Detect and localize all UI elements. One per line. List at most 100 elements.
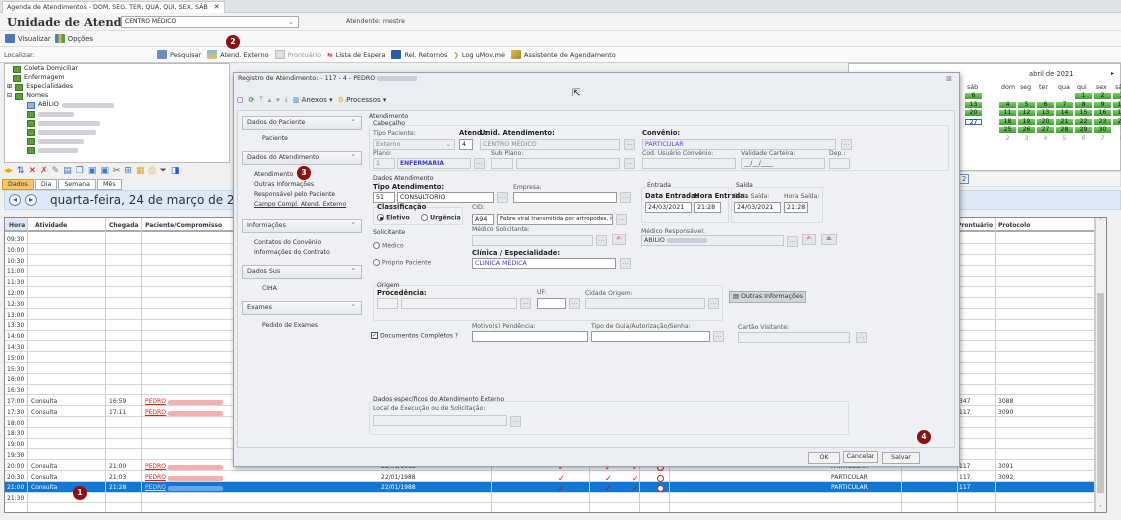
validade-input[interactable]: __/__/____: [741, 158, 825, 169]
radio-medico[interactable]: Médico: [373, 242, 404, 250]
expand-icon[interactable]: ⊞: [7, 83, 12, 91]
col-hora[interactable]: Hora: [9, 222, 25, 229]
scroll-down-icon[interactable]: ˅: [1095, 505, 1106, 512]
table-row[interactable]: 20:30 Consulta 21:03 PEDRO 22/01/1988 ✓ ✓ ✓ PART…: [5, 472, 1106, 483]
cidade-lookup-button[interactable]: …: [708, 298, 719, 309]
procedencia-input[interactable]: [401, 298, 517, 309]
processos-button[interactable]: ⚙ Processos ▾: [338, 96, 387, 104]
radio-eletivo[interactable]: Eletivo: [377, 214, 410, 222]
cartao-lookup-button[interactable]: …: [856, 332, 867, 343]
calendar-day[interactable]: 7: [1056, 101, 1073, 108]
tipo-paciente-select[interactable]: Externo ⌄: [373, 139, 455, 150]
group-dados-atendimento[interactable]: Dados do Atendimento ˄: [242, 151, 362, 165]
medico-sol-lookup-button[interactable]: …: [596, 235, 607, 246]
print-icon[interactable]: ⎙: [148, 166, 155, 176]
unid-input[interactable]: CENTRO MÉDICO: [480, 139, 620, 150]
cid-desc-input[interactable]: Febre viral transmitida por artrópodes, …: [497, 214, 613, 225]
cell-paciente[interactable]: PEDRO: [145, 463, 223, 470]
cell-paciente[interactable]: PEDRO: [145, 474, 223, 481]
clinica-lookup-button[interactable]: …: [620, 258, 631, 269]
scroll-up-icon[interactable]: ˄: [1095, 218, 1106, 225]
link-outras-informacoes[interactable]: Outras Informações: [254, 181, 314, 188]
calendar-day[interactable]: 4: [1037, 136, 1054, 142]
unit-select[interactable]: CENTRO MÉDICO ⌄: [121, 16, 299, 28]
calendar-day[interactable]: 6: [1075, 136, 1092, 142]
radio-proprio-control[interactable]: [373, 259, 380, 266]
calendar-day[interactable]: 5: [1056, 136, 1073, 142]
link-responsavel[interactable]: Responsável pelo Paciente: [254, 191, 335, 198]
col-protocolo[interactable]: Protocolo: [998, 222, 1030, 229]
log-umov-button[interactable]: ❯ Log uMov.me: [453, 51, 505, 59]
calendar-day[interactable]: 27: [1037, 127, 1054, 134]
calendar-day[interactable]: 27: [965, 118, 982, 125]
calendar-day[interactable]: 30: [1094, 127, 1111, 134]
new-doc-icon[interactable]: ▢: [237, 96, 244, 104]
cut-icon[interactable]: ✂: [113, 166, 121, 176]
local-lookup-button[interactable]: …: [510, 416, 521, 427]
move-icon[interactable]: ⊞: [124, 166, 132, 176]
checkbox-checked-icon[interactable]: ✓: [371, 332, 378, 339]
plano-input[interactable]: ENFERMARIA: [397, 158, 471, 169]
anexos-button[interactable]: ▥ Anexos ▾: [293, 96, 333, 104]
link-paciente[interactable]: Paciente: [262, 135, 288, 142]
pesquisar-button[interactable]: Pesquisar: [157, 50, 201, 59]
tree-item-enfermagem[interactable]: Enfermagem: [13, 74, 65, 82]
subplano-code-input[interactable]: [491, 158, 513, 169]
data-saida-input[interactable]: 24/03/2021: [734, 202, 781, 213]
opcoes-button[interactable]: Opções: [54, 34, 93, 43]
calendar-day[interactable]: 5: [1018, 101, 1035, 108]
docs-completos-checkbox[interactable]: ✓ Documentos Completos ?: [371, 332, 458, 340]
hora-entrada-input[interactable]: 21:28: [694, 202, 721, 213]
calendar-day[interactable]: 15: [1075, 110, 1092, 117]
up-icon[interactable]: ▴: [268, 96, 272, 104]
prev-day-button[interactable]: ◂: [9, 194, 21, 206]
sign-icon[interactable]: ✍: [802, 234, 816, 245]
medico-sol-input[interactable]: [472, 235, 593, 246]
radio-eletivo-control[interactable]: [377, 214, 384, 221]
swap-icon[interactable]: ⇅: [17, 166, 25, 176]
clinica-input[interactable]: CLINICA MÉDICA: [472, 258, 616, 269]
hora-saida-input[interactable]: 21:28: [784, 202, 808, 213]
first-icon[interactable]: ⤒: [260, 95, 263, 104]
atend-input[interactable]: 4: [459, 139, 473, 150]
medico-resp-lookup-button[interactable]: …: [787, 236, 798, 247]
group-dados-paciente[interactable]: Dados do Paciente ˄: [242, 116, 362, 130]
link-informacoes-contrato[interactable]: Informações do Contrato: [254, 249, 330, 256]
today-icon[interactable]: 2: [959, 174, 970, 184]
prontuario-button[interactable]: Prontuário: [274, 50, 321, 59]
local-input[interactable]: [373, 415, 507, 426]
cancelar-button[interactable]: Cancelar: [843, 451, 878, 463]
calendar-day[interactable]: 3: [1113, 93, 1121, 99]
calendar-day[interactable]: 10: [1113, 101, 1121, 108]
tree-item-person[interactable]: [27, 119, 100, 127]
delete-icon[interactable]: ✕: [29, 166, 37, 176]
calendar-day[interactable]: 19: [1018, 118, 1035, 125]
tree-item-person[interactable]: [27, 128, 96, 136]
tree-item-person[interactable]: [27, 110, 74, 118]
convenio-input[interactable]: PARTICULAR: [642, 139, 836, 150]
edit-icon[interactable]: ▤: [63, 166, 72, 176]
group-exames[interactable]: Exames ˄: [242, 301, 362, 315]
tipo-guia-lookup-button[interactable]: …: [713, 331, 724, 342]
clear-icon[interactable]: ✗: [40, 166, 48, 176]
pin-icon[interactable]: ✎: [52, 166, 60, 176]
dep-input[interactable]: [829, 158, 850, 169]
calendar-day[interactable]: 1: [1075, 93, 1092, 99]
calendar-day[interactable]: 6: [965, 93, 982, 99]
cell-paciente[interactable]: PEDRO: [145, 484, 223, 492]
calendar-day[interactable]: 14: [1056, 110, 1073, 117]
tree-item-especialidades[interactable]: ⊞ Especialidades: [7, 83, 73, 91]
calendar-day[interactable]: 16: [1094, 110, 1111, 117]
tipo-guia-input[interactable]: [591, 331, 710, 342]
calendar-day[interactable]: 8: [1113, 136, 1121, 142]
data-entrada-input[interactable]: 24/03/2021: [645, 202, 692, 213]
calendar-day[interactable]: 4: [999, 101, 1016, 108]
group-informacoes[interactable]: Informações ˄: [242, 219, 362, 233]
calendar-day[interactable]: 23: [1094, 118, 1111, 125]
calendar-day[interactable]: 29: [1075, 127, 1092, 134]
tipo-atend-code-input[interactable]: 51: [373, 192, 395, 203]
tree-item-person[interactable]: [27, 146, 78, 154]
link-campo-compl[interactable]: Campo Compl. Atend. Externo: [254, 201, 346, 208]
calendar-day[interactable]: 1: [1113, 127, 1121, 133]
down-icon[interactable]: ▾: [276, 96, 280, 104]
